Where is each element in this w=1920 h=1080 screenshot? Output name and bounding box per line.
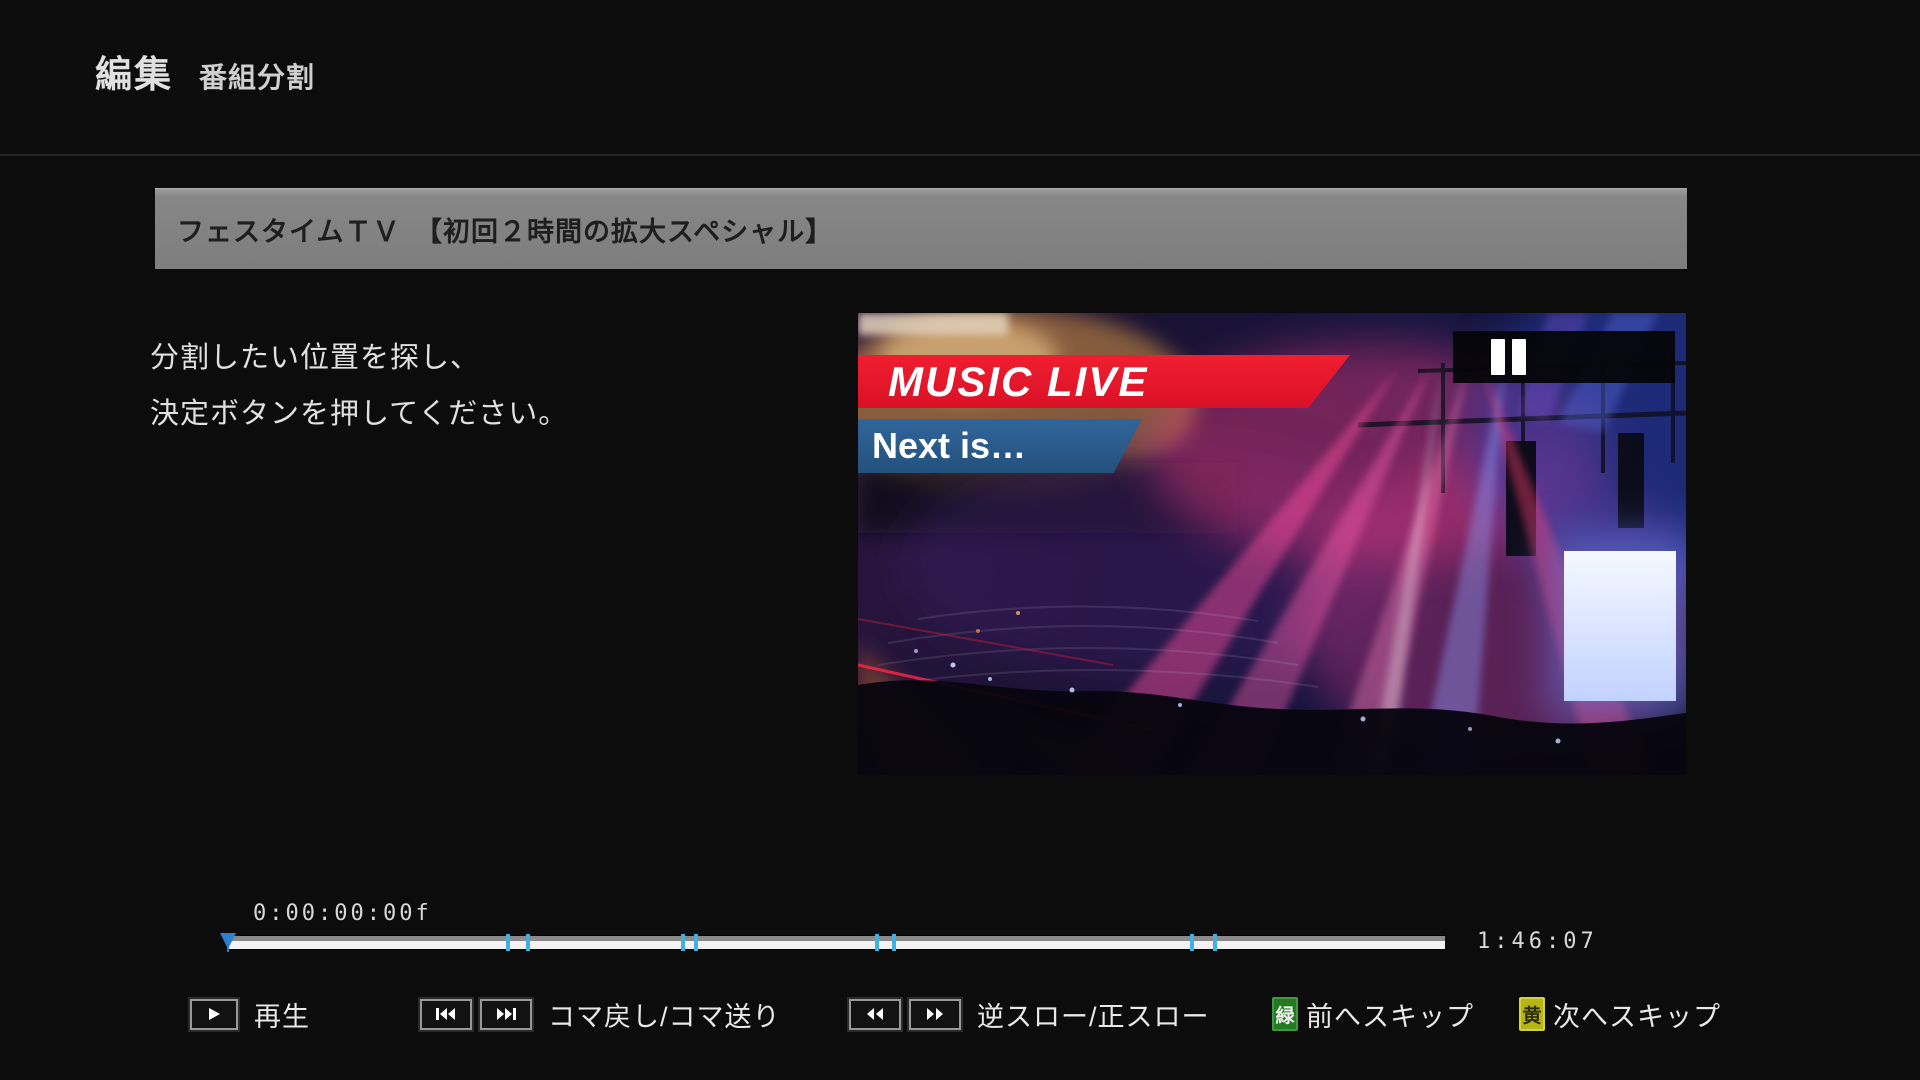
frame-back-icon bbox=[436, 1008, 455, 1020]
pause-icon bbox=[1512, 339, 1526, 375]
rewind-button[interactable] bbox=[849, 998, 901, 1030]
pause-icon bbox=[1491, 339, 1505, 375]
frame-back-button[interactable] bbox=[420, 998, 472, 1030]
instruction-line-1: 分割したい位置を探し、 bbox=[150, 342, 481, 374]
frame-forward-icon bbox=[497, 1008, 516, 1020]
play-button[interactable] bbox=[190, 998, 238, 1030]
header: 編集 番組分割 bbox=[95, 44, 315, 98]
current-timecode: 0:00:00:00f bbox=[253, 901, 432, 926]
chapter-marker bbox=[875, 934, 880, 951]
chapter-marker bbox=[525, 934, 530, 951]
rewind-icon bbox=[867, 1008, 883, 1020]
chapter-marker bbox=[693, 934, 698, 951]
control-group-frame: コマ戻し/コマ送り bbox=[420, 996, 781, 1032]
broadcast-banner-primary: MUSIC LIVE bbox=[858, 355, 1350, 408]
dvr-edit-screen: 編集 番組分割 フェスタイムＴＶ 【初回２時間の拡大スペシャル】 分割したい位置… bbox=[0, 0, 1920, 1080]
playhead-stem bbox=[227, 933, 229, 952]
control-group-skip-forward: 黄 次へスキップ bbox=[1519, 996, 1721, 1032]
total-duration: 1:46:07 bbox=[1477, 929, 1598, 954]
control-group-slow: 逆スロー/正スロー bbox=[849, 996, 1210, 1032]
chapter-marker bbox=[1212, 934, 1217, 951]
green-key-label: 緑 bbox=[1275, 1005, 1295, 1027]
fast-forward-button[interactable] bbox=[909, 998, 961, 1030]
frame-forward-button[interactable] bbox=[480, 998, 532, 1030]
control-group-skip-back: 緑 前へスキップ bbox=[1272, 996, 1474, 1032]
chapter-marker bbox=[506, 934, 511, 951]
program-title-bar: フェスタイムＴＶ 【初回２時間の拡大スペシャル】 bbox=[155, 188, 1687, 269]
program-title: フェスタイムＴＶ 【初回２時間の拡大スペシャル】 bbox=[177, 216, 834, 247]
video-preview[interactable]: MUSIC LIVE Next is… bbox=[858, 313, 1686, 775]
skip-back-label: 前へスキップ bbox=[1306, 1001, 1474, 1032]
playback-status-overlay bbox=[1453, 331, 1675, 383]
fast-forward-icon bbox=[927, 1008, 943, 1020]
instruction-text: 分割したい位置を探し、 決定ボタンを押してください。 bbox=[150, 330, 568, 442]
green-key-badge[interactable]: 緑 bbox=[1272, 997, 1298, 1031]
slow-label: 逆スロー/正スロー bbox=[977, 1001, 1210, 1032]
page-subtitle: 番組分割 bbox=[199, 62, 316, 93]
broadcast-banner-secondary: Next is… bbox=[858, 419, 1142, 473]
control-group-play: 再生 bbox=[190, 996, 310, 1032]
banner-secondary-text: Next is… bbox=[872, 425, 1027, 466]
instruction-line-2: 決定ボタンを押してください。 bbox=[150, 398, 569, 430]
chapter-marker bbox=[1189, 934, 1194, 951]
page-title: 編集 bbox=[95, 54, 173, 95]
frame-label: コマ戻し/コマ送り bbox=[548, 1001, 781, 1032]
play-label: 再生 bbox=[254, 1001, 310, 1032]
banner-primary-text: MUSIC LIVE bbox=[888, 357, 1149, 405]
header-divider bbox=[0, 154, 1920, 156]
yellow-key-label: 黄 bbox=[1522, 1005, 1542, 1027]
yellow-key-badge[interactable]: 黄 bbox=[1519, 997, 1545, 1031]
chapter-marker bbox=[680, 934, 685, 951]
chapter-marker bbox=[892, 934, 897, 951]
timeline-track[interactable] bbox=[220, 933, 1445, 952]
skip-forward-label: 次へスキップ bbox=[1553, 1001, 1721, 1032]
play-icon bbox=[209, 1008, 220, 1020]
